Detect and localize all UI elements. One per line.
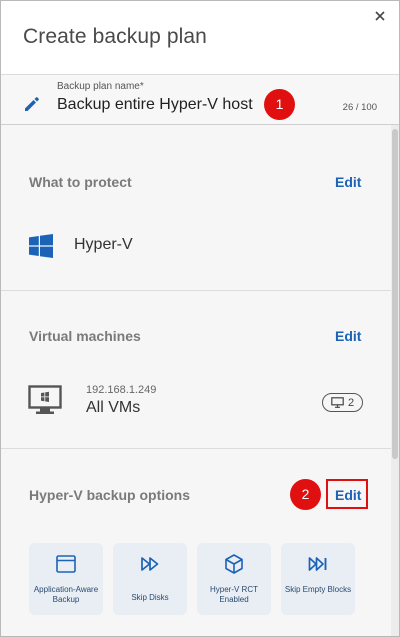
section-divider xyxy=(1,290,391,291)
plan-name-input[interactable]: Backup entire Hyper-V host xyxy=(57,96,253,114)
vm-count-badge: 2 xyxy=(322,393,363,412)
option-tile-label: Hyper-V RCT Enabled xyxy=(209,585,258,604)
option-tile-skip-disks[interactable]: Skip Disks xyxy=(113,543,187,615)
monitor-small-icon xyxy=(331,397,344,408)
section-divider xyxy=(1,448,391,449)
cube-icon xyxy=(225,554,243,574)
monitor-icon xyxy=(28,385,62,414)
annotation-badge-2: 2 xyxy=(290,479,321,510)
option-tile-application-aware[interactable]: Application-Aware Backup xyxy=(29,543,103,615)
skip-forward-icon xyxy=(308,557,327,571)
virtual-machines-edit-link[interactable]: Edit xyxy=(335,328,361,344)
vm-host-ip: 192.168.1.249 xyxy=(86,384,157,396)
backup-options-edit-link[interactable]: Edit xyxy=(335,487,361,503)
pencil-icon xyxy=(25,97,39,111)
backup-options-title: Hyper-V backup options xyxy=(29,487,191,503)
window-icon xyxy=(56,555,76,573)
protected-item-label: Hyper-V xyxy=(74,236,133,253)
annotation-badge-1: 1 xyxy=(264,89,295,120)
scrollbar-thumb[interactable] xyxy=(392,129,398,459)
option-tile-skip-empty-blocks[interactable]: Skip Empty Blocks xyxy=(281,543,355,615)
dialog-header: Create backup plan xyxy=(1,1,399,74)
what-to-protect-title: What to protect xyxy=(29,174,132,190)
option-tile-hyperv-rct[interactable]: Hyper-V RCT Enabled xyxy=(197,543,271,615)
close-icon[interactable] xyxy=(373,9,387,23)
plan-name-label: Backup plan name* xyxy=(57,81,144,92)
vm-selection-label: All VMs xyxy=(86,399,141,416)
dialog-title: Create backup plan xyxy=(23,25,207,48)
virtual-machines-title: Virtual machines xyxy=(29,328,141,344)
option-tile-label: Skip Empty Blocks xyxy=(284,585,352,594)
vm-count-value: 2 xyxy=(347,396,355,409)
what-to-protect-edit-link[interactable]: Edit xyxy=(335,174,361,190)
option-tile-label: Skip Disks xyxy=(131,593,169,602)
create-backup-plan-dialog: Create backup plan Backup plan name* Bac… xyxy=(0,0,400,637)
option-tile-label: Application-Aware Backup xyxy=(33,585,99,604)
fast-forward-icon xyxy=(141,557,159,571)
plan-name-counter: 26 / 100 xyxy=(342,102,377,113)
windows-logo-icon xyxy=(29,234,53,258)
